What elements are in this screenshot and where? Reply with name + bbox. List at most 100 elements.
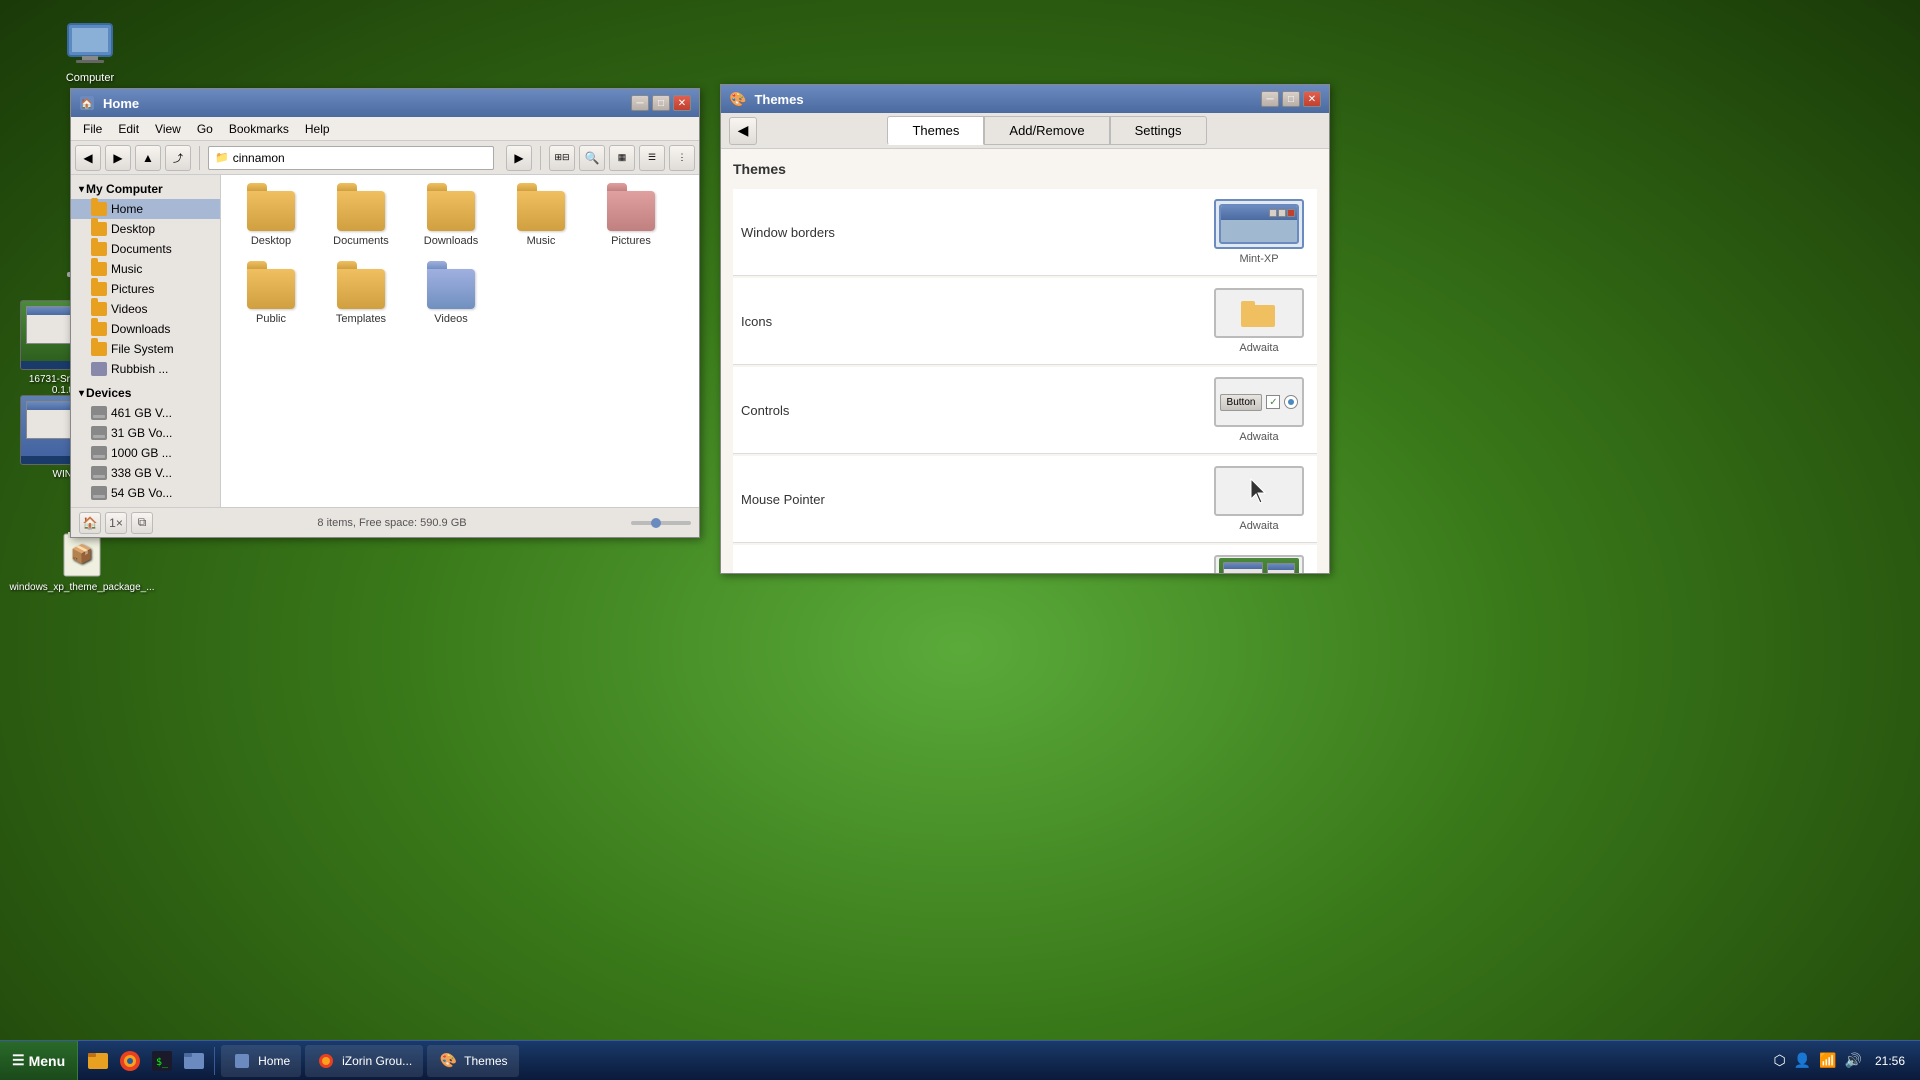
folder-pictures-lg-icon	[607, 191, 655, 231]
home-statusbar: 🏠 1× ⧉ 8 items, Free space: 590.9 GB	[71, 507, 699, 537]
themes-tab-themes[interactable]: Themes	[887, 116, 984, 145]
sidebar-item-home[interactable]: Home	[71, 199, 220, 219]
sidebar-devices-header[interactable]: ▾ Devices	[71, 383, 220, 403]
themes-tab-addremove[interactable]: Add/Remove	[984, 116, 1109, 145]
list-view-button[interactable]: ☰	[639, 145, 665, 171]
up-button[interactable]: ▲	[135, 145, 161, 171]
statusbar-home-button[interactable]: 🏠	[79, 512, 101, 534]
folder-music-icon	[91, 262, 107, 276]
wb-max-btn	[1278, 209, 1286, 217]
desktop-icon-computer[interactable]: Computer	[50, 20, 130, 84]
taskbar-files-button[interactable]	[82, 1045, 114, 1077]
sidebar-item-music[interactable]: Music	[71, 259, 220, 279]
view-toggle-button[interactable]: ⊞⊟	[549, 145, 575, 171]
statusbar-left: 🏠 1× ⧉	[79, 512, 153, 534]
themes-window-controls: ─ □ ✕	[1261, 91, 1321, 107]
file-item-downloads[interactable]: Downloads	[411, 185, 491, 253]
file-item-music[interactable]: Music	[501, 185, 581, 253]
icons-preview[interactable]: Adwaita	[1209, 288, 1309, 354]
home-close-button[interactable]: ✕	[673, 95, 691, 111]
icons-value: Adwaita	[1239, 342, 1278, 354]
controls-btn-sample: Button	[1220, 394, 1263, 411]
taskbar-menu-button[interactable]: ☰ Menu	[0, 1041, 78, 1080]
bluetooth-icon: ⬡	[1773, 1052, 1785, 1069]
taskbar-item-zorin[interactable]: iZorin Grou...	[305, 1045, 423, 1077]
sidebar-item-downloads[interactable]: Downloads	[71, 319, 220, 339]
taskbar-terminal-button[interactable]: $_	[146, 1045, 178, 1077]
address-forward-button[interactable]: ▶	[506, 145, 532, 171]
file-item-desktop[interactable]: Desktop	[231, 185, 311, 253]
mouse-pointer-preview[interactable]: Adwaita	[1209, 466, 1309, 532]
menu-edit[interactable]: Edit	[110, 120, 147, 138]
taskbar-item-themes[interactable]: 🎨 Themes	[427, 1045, 518, 1077]
svg-text:🏠: 🏠	[81, 98, 93, 110]
statusbar-copy-button[interactable]: ⧉	[131, 512, 153, 534]
sidebar-item-disk3[interactable]: 1000 GB ...	[71, 443, 220, 463]
file-item-documents[interactable]: Documents	[321, 185, 401, 253]
sidebar-item-disk1[interactable]: 461 GB V...	[71, 403, 220, 423]
sidebar-item-filesystem[interactable]: File System	[71, 339, 220, 359]
wb-min-btn	[1269, 209, 1277, 217]
disk1-icon	[91, 406, 107, 420]
file-item-public[interactable]: Public	[231, 263, 311, 331]
themes-minimize-button[interactable]: ─	[1261, 91, 1279, 107]
zorin-app-icon	[316, 1051, 336, 1071]
window-borders-label: Window borders	[741, 225, 1209, 240]
file-item-videos[interactable]: Videos	[411, 263, 491, 331]
file-downloads-label: Downloads	[424, 235, 478, 247]
zoom-slider[interactable]	[631, 521, 691, 525]
back-button[interactable]: ◀	[75, 145, 101, 171]
forward-button[interactable]: ▶	[105, 145, 131, 171]
menu-file[interactable]: File	[75, 120, 110, 138]
menu-bookmarks[interactable]: Bookmarks	[221, 120, 297, 138]
sidebar-item-videos[interactable]: Videos	[71, 299, 220, 319]
windowsxp-label: windows_xp_theme_package_...	[9, 582, 154, 593]
sidebar-item-disk2[interactable]: 31 GB Vo...	[71, 423, 220, 443]
sidebar-item-rubbish[interactable]: Rubbish ...	[71, 359, 220, 379]
home-minimize-button[interactable]: ─	[631, 95, 649, 111]
menu-help[interactable]: Help	[297, 120, 338, 138]
desktop-icon-windows-xp[interactable]: 📦 windows_xp_theme_package_...	[42, 530, 122, 593]
folder-videos-lg-icon	[427, 269, 475, 309]
sidebar-item-desktop[interactable]: Desktop	[71, 219, 220, 239]
themes-tab-settings[interactable]: Settings	[1110, 116, 1207, 145]
search-button[interactable]: 🔍	[579, 145, 605, 171]
file-pictures-label: Pictures	[611, 235, 651, 247]
taskbar-firefox-button[interactable]	[114, 1045, 146, 1077]
sidebar-my-computer-header[interactable]: ▾ My Computer	[71, 179, 220, 199]
sidebar-item-disk4[interactable]: 338 GB V...	[71, 463, 220, 483]
folder-documents-lg-icon	[337, 191, 385, 231]
parent-dir-button[interactable]: ⤴	[165, 145, 191, 171]
taskbar-item-home[interactable]: Home	[221, 1045, 301, 1077]
menu-view[interactable]: View	[147, 120, 189, 138]
theme-row-icons: Icons Adwaita	[733, 278, 1317, 365]
address-text[interactable]: cinnamon	[233, 151, 285, 165]
computer-icon-label: Computer	[66, 72, 114, 84]
file-music-label: Music	[527, 235, 556, 247]
themes-close-button[interactable]: ✕	[1303, 91, 1321, 107]
file-item-templates[interactable]: Templates	[321, 263, 401, 331]
more-view-button[interactable]: ⋮	[669, 145, 695, 171]
desktop-theme-preview[interactable]: Mint-XP	[1209, 555, 1309, 573]
statusbar-1x-button[interactable]: 1×	[105, 512, 127, 534]
themes-window-icon: 🎨	[729, 91, 746, 108]
sidebar-my-computer: ▾ My Computer Home Desktop Documents	[71, 179, 220, 379]
taskbar-files2-button[interactable]	[178, 1045, 210, 1077]
controls-radio-inner	[1288, 399, 1294, 405]
home-maximize-button[interactable]: □	[652, 95, 670, 111]
themes-back-button[interactable]: ◀	[729, 117, 757, 145]
sidebar-item-disk5[interactable]: 54 GB Vo...	[71, 483, 220, 503]
grid-view-button[interactable]: ▦	[609, 145, 635, 171]
sidebar-item-documents[interactable]: Documents	[71, 239, 220, 259]
themes-maximize-button[interactable]: □	[1282, 91, 1300, 107]
controls-radio-sample	[1284, 395, 1298, 409]
file-item-pictures[interactable]: Pictures	[591, 185, 671, 253]
disk4-icon	[91, 466, 107, 480]
folder-videos-icon	[91, 302, 107, 316]
menu-go[interactable]: Go	[189, 120, 221, 138]
controls-preview[interactable]: Button ✓ Adwaita	[1209, 377, 1309, 443]
sidebar-item-pictures[interactable]: Pictures	[71, 279, 220, 299]
folder-desktop-lg-icon	[247, 191, 295, 231]
sidebar-home-label: Home	[111, 202, 143, 216]
window-borders-preview[interactable]: Mint-XP	[1209, 199, 1309, 265]
